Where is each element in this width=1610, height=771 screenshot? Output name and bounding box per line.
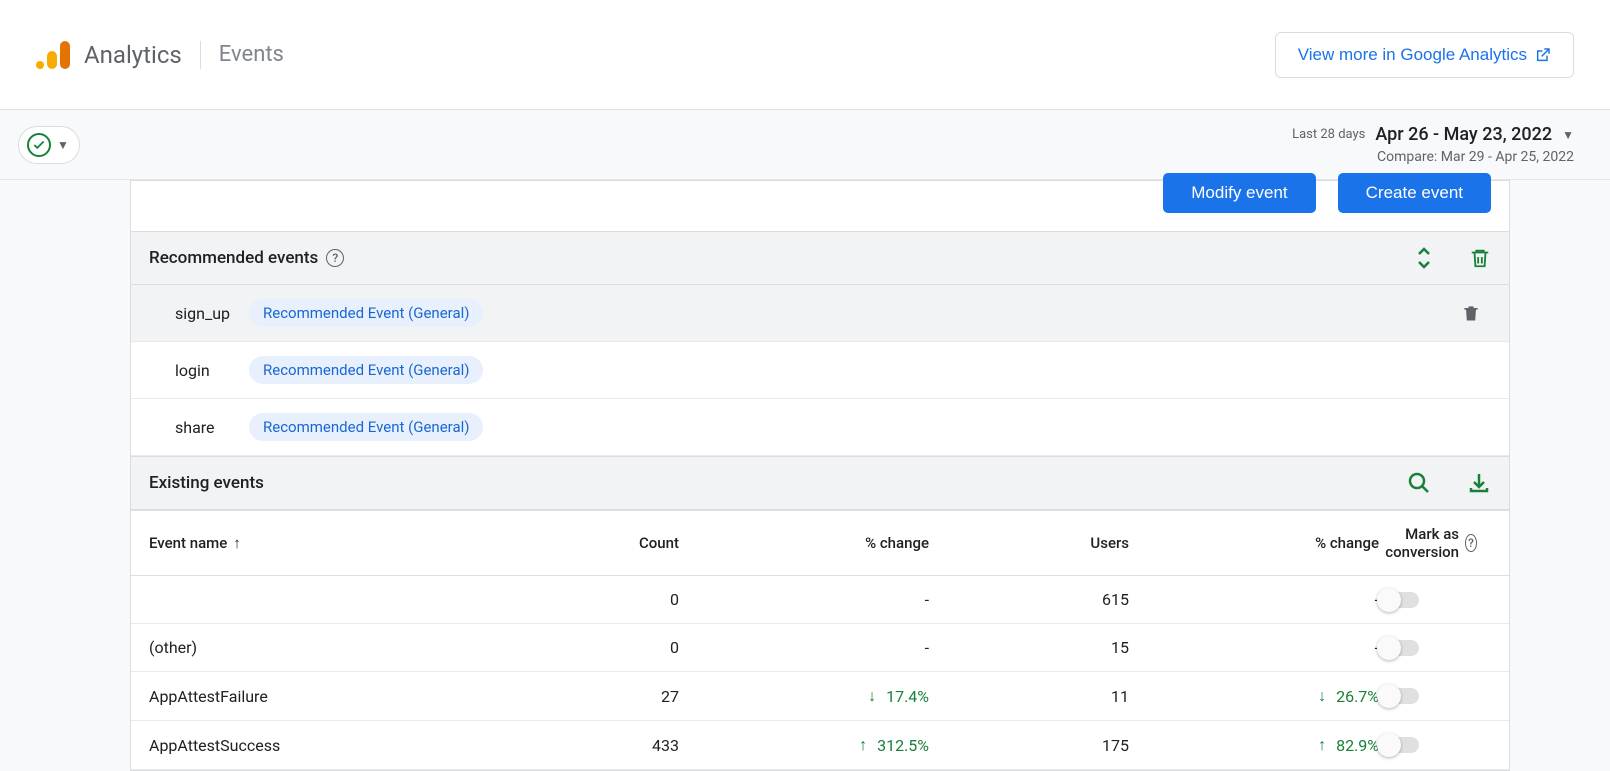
table-row[interactable]: AppAttestSuccess 433 ↑312.5% 175 ↑82.9% xyxy=(131,721,1509,770)
content-area: Modify event Create event Recommended ev… xyxy=(0,180,1610,771)
events-panel: Modify event Create event Recommended ev… xyxy=(130,180,1510,771)
count-cell: 0 xyxy=(549,590,679,609)
column-count[interactable]: Count xyxy=(549,534,679,552)
change-cell: ↓26.7% xyxy=(1129,686,1379,706)
column-users[interactable]: Users xyxy=(929,534,1129,552)
conversion-toggle-cell xyxy=(1379,688,1549,704)
column-mark-conversion: Mark as conversion ? xyxy=(1379,525,1557,561)
conversion-toggle-cell xyxy=(1379,640,1549,656)
date-range: Apr 26 - May 23, 2022 xyxy=(1375,124,1552,145)
users-cell: 15 xyxy=(929,638,1129,657)
arrow-down-icon: ↓ xyxy=(1318,686,1326,706)
arrow-up-icon: ↑ xyxy=(1318,735,1326,755)
divider xyxy=(200,41,201,69)
arrow-up-icon: ↑ xyxy=(859,735,867,755)
expand-collapse-icon[interactable] xyxy=(1415,247,1433,269)
action-row: Modify event Create event xyxy=(131,181,1509,231)
column-users-change[interactable]: % change xyxy=(1129,534,1379,552)
existing-section-header: Existing events xyxy=(131,456,1509,510)
column-count-change[interactable]: % change xyxy=(679,534,929,552)
count-cell: 27 xyxy=(549,687,679,706)
arrow-down-icon: ↓ xyxy=(868,686,876,706)
chevron-down-icon: ▼ xyxy=(1562,128,1574,142)
view-more-label: View more in Google Analytics xyxy=(1298,45,1527,65)
change-cell: - xyxy=(1129,638,1379,657)
top-bar-left: Analytics Events xyxy=(36,41,284,69)
view-more-button[interactable]: View more in Google Analytics xyxy=(1275,32,1574,78)
table-row[interactable]: 0 - 615 - xyxy=(131,576,1509,624)
search-icon[interactable] xyxy=(1407,471,1431,495)
help-icon[interactable]: ? xyxy=(1465,534,1477,552)
sub-bar: ▼ Last 28 days Apr 26 - May 23, 2022 ▼ C… xyxy=(0,110,1610,180)
event-name-cell: (other) xyxy=(149,638,549,657)
sort-up-icon: ↑ xyxy=(233,534,241,552)
change-cell: - xyxy=(1129,590,1379,609)
event-name-cell: AppAttestFailure xyxy=(149,687,549,706)
change-cell: ↑312.5% xyxy=(679,735,929,755)
count-cell: 0 xyxy=(549,638,679,657)
trash-icon[interactable] xyxy=(1461,302,1481,324)
change-cell: ↑82.9% xyxy=(1129,735,1379,755)
conversion-toggle-cell xyxy=(1379,737,1549,753)
conversion-toggle-cell xyxy=(1379,592,1549,608)
change-cell: - xyxy=(679,638,929,657)
recommended-row[interactable]: share Recommended Event (General) xyxy=(131,399,1509,456)
users-cell: 175 xyxy=(929,736,1129,755)
external-link-icon xyxy=(1535,47,1551,63)
recommended-title: Recommended events xyxy=(149,248,318,268)
brand-block: Analytics xyxy=(36,41,182,69)
recommended-chip: Recommended Event (General) xyxy=(249,413,483,441)
analytics-logo-icon xyxy=(36,41,70,69)
date-prefix: Last 28 days xyxy=(1292,127,1365,142)
recommended-row[interactable]: sign_up Recommended Event (General) xyxy=(131,285,1509,342)
recommended-row[interactable]: login Recommended Event (General) xyxy=(131,342,1509,399)
change-cell: - xyxy=(679,590,929,609)
conversion-toggle[interactable] xyxy=(1379,640,1419,656)
users-cell: 11 xyxy=(929,687,1129,706)
date-compare: Compare: Mar 29 - Apr 25, 2022 xyxy=(1292,149,1574,165)
event-name-cell: AppAttestSuccess xyxy=(149,736,549,755)
recommended-chip: Recommended Event (General) xyxy=(249,299,483,327)
change-cell: ↓17.4% xyxy=(679,686,929,706)
recommended-section-header: Recommended events ? xyxy=(131,231,1509,285)
existing-title: Existing events xyxy=(149,473,264,493)
recommended-chip: Recommended Event (General) xyxy=(249,356,483,384)
column-event-name[interactable]: Event name ↑ xyxy=(149,534,549,552)
count-cell: 433 xyxy=(549,736,679,755)
brand-label: Analytics xyxy=(84,41,182,69)
conversion-toggle[interactable] xyxy=(1379,688,1419,704)
table-header-row: Event name ↑ Count % change Users % chan… xyxy=(131,510,1509,576)
create-event-button[interactable]: Create event xyxy=(1338,173,1491,213)
top-bar: Analytics Events View more in Google Ana… xyxy=(0,0,1610,110)
date-range-block[interactable]: Last 28 days Apr 26 - May 23, 2022 ▼ Com… xyxy=(1292,124,1574,165)
table-row[interactable]: AppAttestFailure 27 ↓17.4% 11 ↓26.7% xyxy=(131,672,1509,721)
trash-icon[interactable] xyxy=(1469,246,1491,270)
status-filter-pill[interactable]: ▼ xyxy=(18,126,80,164)
conversion-toggle[interactable] xyxy=(1379,737,1419,753)
conversion-toggle[interactable] xyxy=(1379,592,1419,608)
chevron-down-icon: ▼ xyxy=(57,138,69,152)
recommended-event-name: sign_up xyxy=(175,304,231,323)
modify-event-button[interactable]: Modify event xyxy=(1163,173,1315,213)
table-row[interactable]: (other) 0 - 15 - xyxy=(131,624,1509,672)
download-icon[interactable] xyxy=(1467,471,1491,495)
check-circle-icon xyxy=(27,133,51,157)
users-cell: 615 xyxy=(929,590,1129,609)
recommended-event-name: login xyxy=(175,361,231,380)
help-icon[interactable]: ? xyxy=(326,249,344,267)
page-title: Events xyxy=(219,42,284,67)
recommended-event-name: share xyxy=(175,418,231,437)
